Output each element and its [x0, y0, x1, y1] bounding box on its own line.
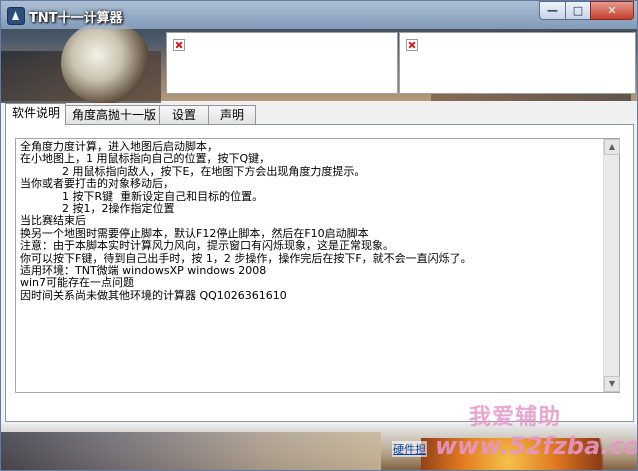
tab-statement[interactable]: 声明: [208, 105, 256, 124]
app-icon: [7, 7, 25, 25]
window-title: TNT十一计算器: [29, 11, 123, 26]
description-line: 当你或者要打击的对象移动后，: [20, 177, 174, 191]
app-window: TNT十一计算器 — □ ✕ 软件说明 角度高抛十一版 设置 声明 全角度力度计…: [0, 0, 638, 471]
minimize-button[interactable]: —: [539, 1, 566, 20]
maximize-icon: □: [572, 4, 584, 17]
minimize-icon: —: [547, 4, 558, 17]
scroll-down-icon[interactable]: ▼: [604, 376, 620, 392]
description-line: 在小地图上，1 用鼠标指向自己的位置，按下Q键，: [20, 152, 271, 166]
image-placeholder-right: [399, 32, 636, 94]
description-line: win7可能存在一点问题: [20, 276, 135, 290]
tab-software-description[interactable]: 软件说明: [5, 103, 66, 125]
description-line: 2 按1，2操作指定位置: [20, 202, 175, 216]
watermark-url: www.52fzba.com: [435, 432, 637, 460]
title-bar[interactable]: TNT十一计算器 — □ ✕: [1, 1, 637, 29]
description-line: 注意：由于本脚本实时计算风力风向，提示窗口有闪烁现象，这是正常现象。: [20, 239, 394, 253]
maximize-button[interactable]: □: [565, 1, 591, 20]
tab-settings[interactable]: 设置: [159, 105, 209, 124]
description-line: 因时间关系尚未做其他环境的计算器 QQ1026361610: [20, 288, 287, 302]
watermark-text: 我爱辅助: [469, 405, 562, 430]
vertical-scrollbar[interactable]: ▲ ▼: [603, 139, 620, 392]
hardware-link[interactable]: 硬件担: [392, 441, 427, 457]
image-placeholder-left: [166, 32, 398, 94]
broken-image-icon: [173, 39, 185, 51]
description-text: 全角度力度计算，进入地图后启动脚本， 在小地图上，1 用鼠标指向自己的位置，按下Q…: [20, 140, 600, 302]
tab-angle-high-throw[interactable]: 角度高抛十一版: [65, 105, 160, 124]
close-icon: ✕: [607, 4, 617, 17]
broken-image-icon: [406, 39, 418, 51]
close-button[interactable]: ✕: [590, 1, 634, 20]
description-line: 当比赛结束后: [20, 214, 86, 228]
scroll-up-icon[interactable]: ▲: [604, 139, 620, 155]
description-textarea[interactable]: 全角度力度计算，进入地图后启动脚本， 在小地图上，1 用鼠标指向自己的位置，按下Q…: [15, 138, 620, 393]
